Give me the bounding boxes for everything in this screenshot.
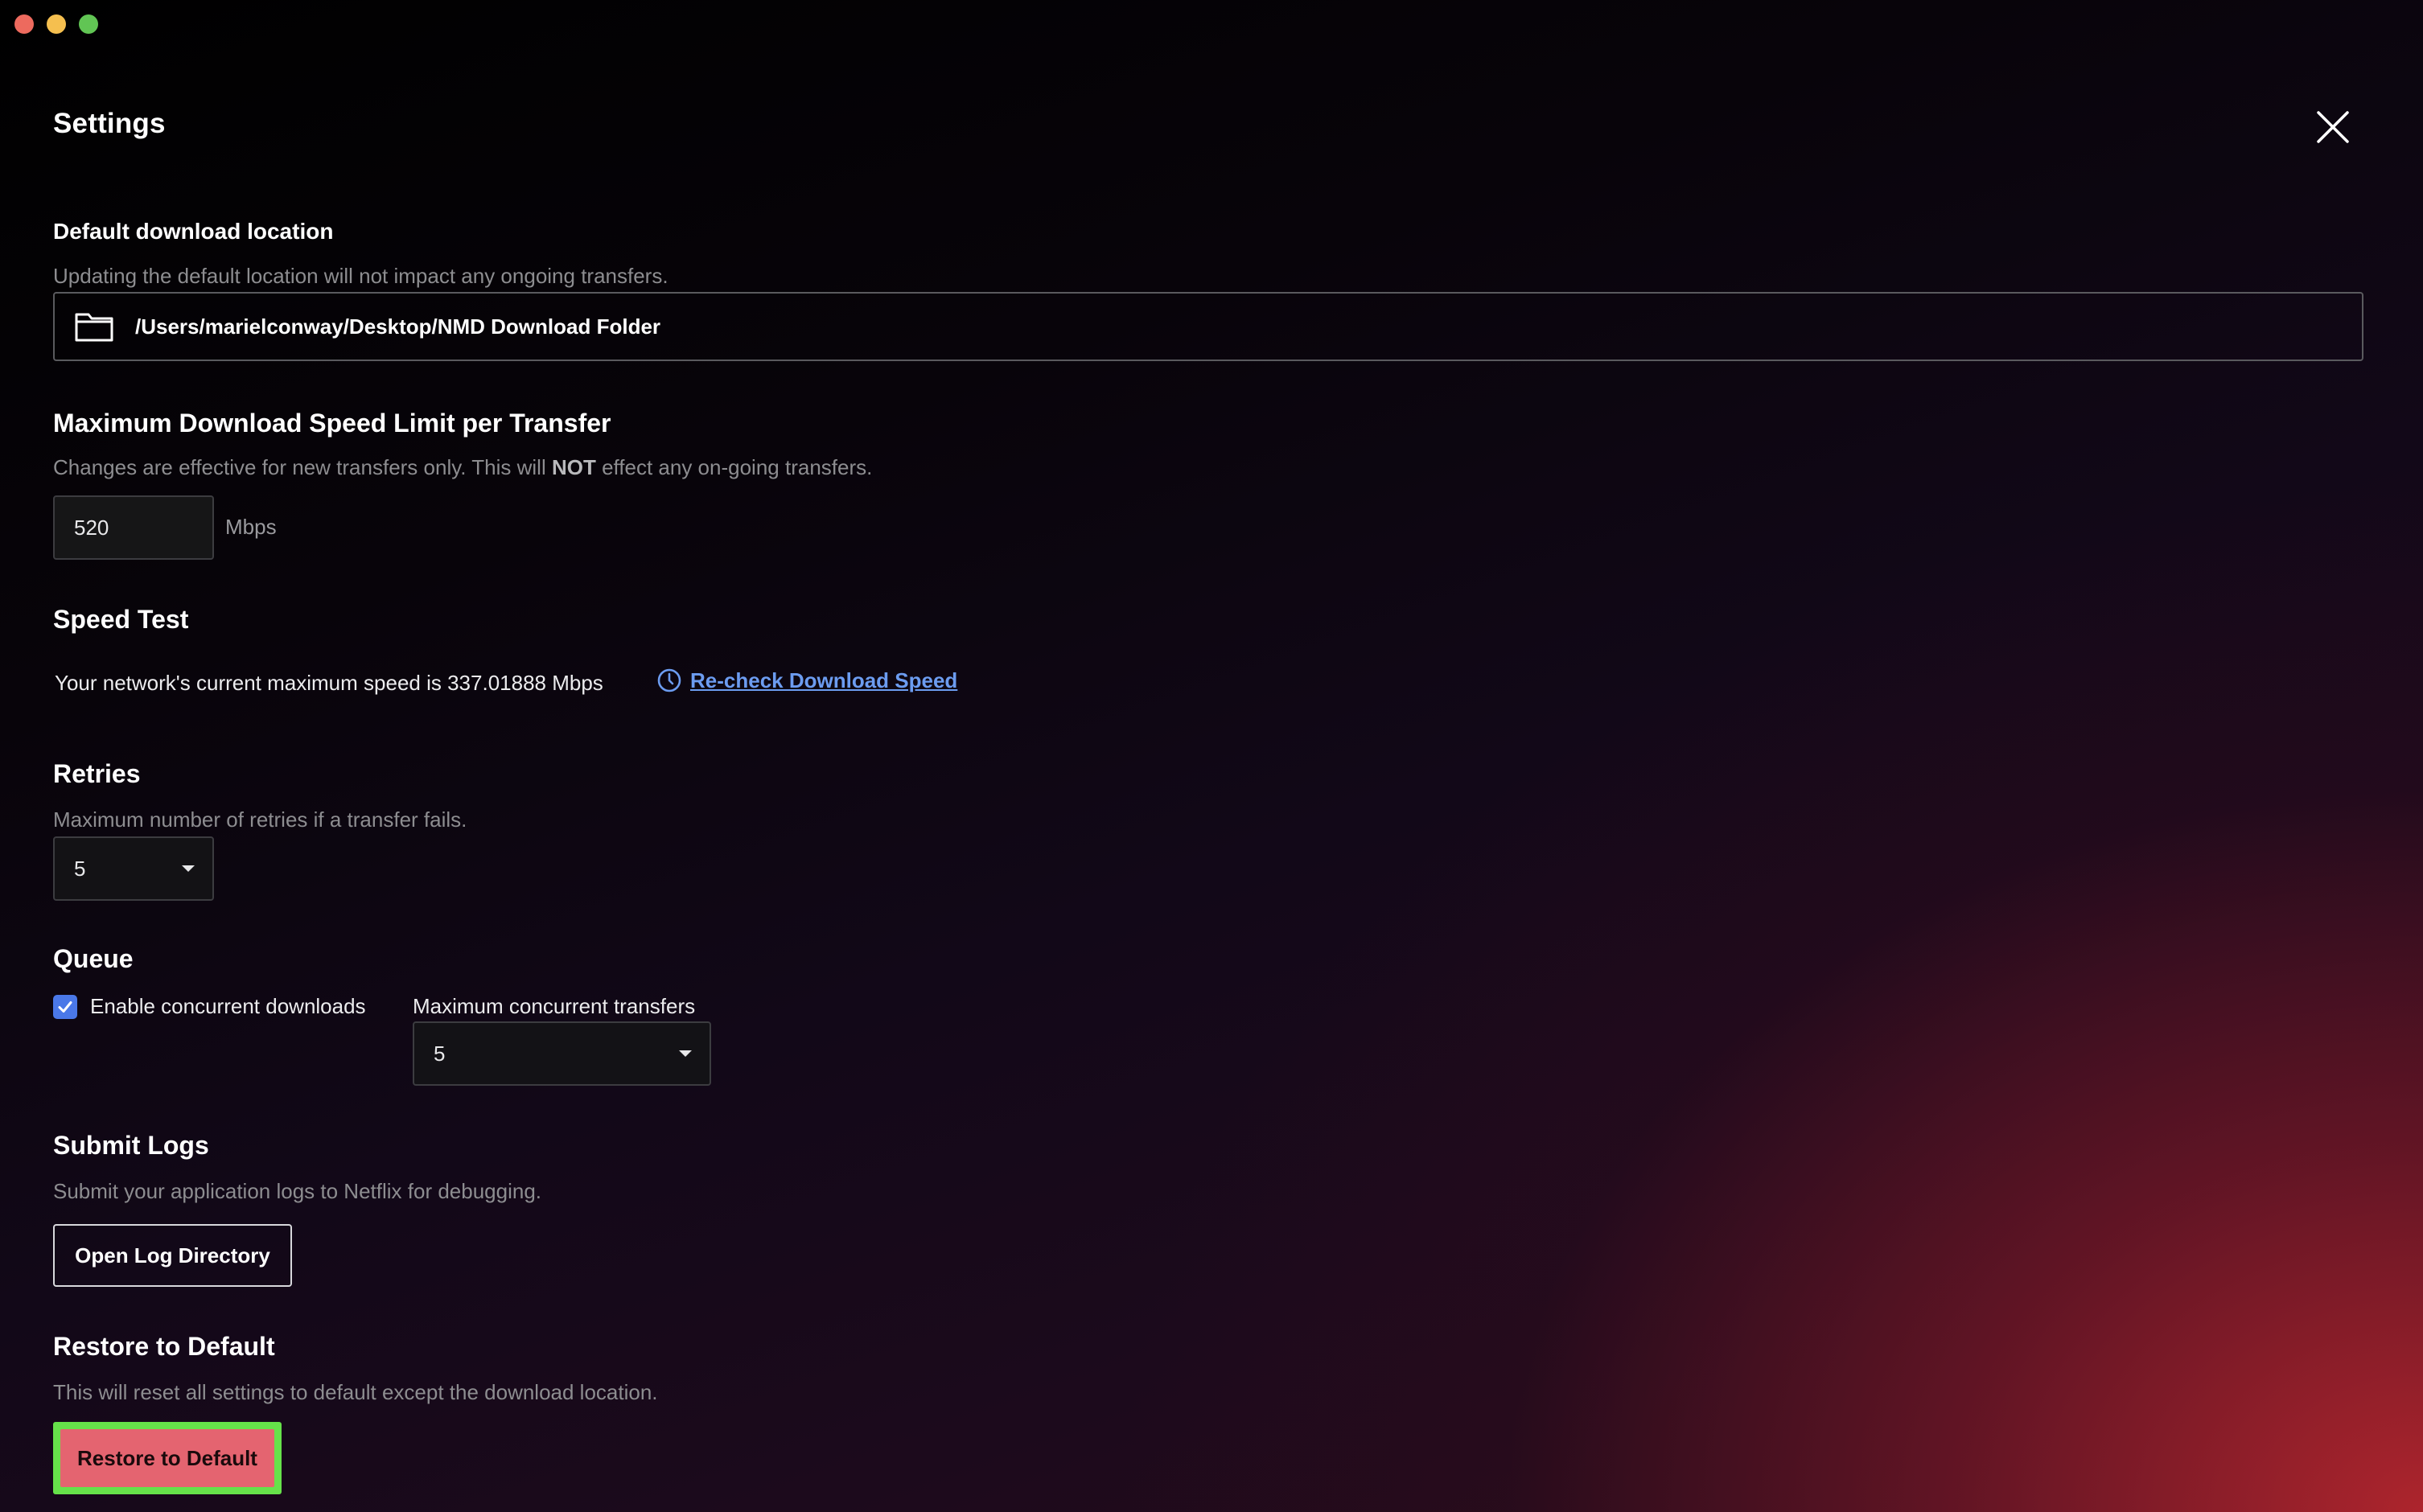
- speed-limit-description: Changes are effective for new transfers …: [53, 455, 873, 479]
- speed-limit-title: Maximum Download Speed Limit per Transfe…: [53, 409, 611, 438]
- max-concurrent-select[interactable]: 5: [413, 1021, 711, 1086]
- max-concurrent-label: Maximum concurrent transfers: [413, 994, 696, 1018]
- checkmark-icon: [58, 1000, 72, 1013]
- page-title: Settings: [53, 108, 166, 139]
- window-close-button[interactable]: [14, 14, 34, 34]
- restore-title: Restore to Default: [53, 1332, 275, 1361]
- close-button[interactable]: [2314, 108, 2352, 146]
- retries-title: Retries: [53, 759, 141, 788]
- max-concurrent-selected-value: 5: [434, 1041, 446, 1066]
- concurrent-downloads-checkbox[interactable]: [53, 994, 77, 1019]
- chevron-down-icon: [679, 1050, 692, 1057]
- clock-icon: [657, 668, 681, 692]
- close-icon: [2317, 111, 2349, 143]
- retries-description: Maximum number of retries if a transfer …: [53, 807, 467, 832]
- speed-limit-input[interactable]: [53, 495, 214, 560]
- speed-limit-unit: Mbps: [225, 515, 277, 539]
- submit-logs-title: Submit Logs: [53, 1131, 209, 1160]
- download-location-path: /Users/marielconway/Desktop/NMD Download…: [135, 314, 661, 339]
- recheck-speed-link[interactable]: Re-check Download Speed: [656, 668, 957, 693]
- speed-test-title: Speed Test: [53, 605, 189, 634]
- download-location-title: Default download location: [53, 219, 334, 244]
- concurrent-downloads-toggle[interactable]: Enable concurrent downloads: [53, 994, 366, 1019]
- retries-select[interactable]: 5: [53, 836, 214, 901]
- download-location-description: Updating the default location will not i…: [53, 264, 668, 288]
- concurrent-downloads-label: Enable concurrent downloads: [90, 994, 366, 1018]
- queue-title: Queue: [53, 944, 134, 973]
- speed-test-result: Your network's current maximum speed is …: [55, 671, 603, 695]
- restore-to-default-button[interactable]: Restore to Default: [60, 1429, 274, 1487]
- window-zoom-button[interactable]: [79, 14, 98, 34]
- chevron-down-icon: [182, 865, 195, 872]
- retries-selected-value: 5: [74, 856, 86, 881]
- window-minimize-button[interactable]: [47, 14, 66, 34]
- restore-description: This will reset all settings to default …: [53, 1380, 658, 1404]
- download-location-field[interactable]: /Users/marielconway/Desktop/NMD Download…: [53, 292, 2363, 361]
- window-controls: [14, 14, 98, 34]
- folder-icon: [75, 313, 113, 342]
- open-log-directory-button[interactable]: Open Log Directory: [53, 1224, 292, 1287]
- restore-button-highlight: Restore to Default: [53, 1422, 282, 1494]
- submit-logs-description: Submit your application logs to Netflix …: [53, 1179, 542, 1203]
- recheck-speed-label[interactable]: Re-check Download Speed: [690, 668, 957, 693]
